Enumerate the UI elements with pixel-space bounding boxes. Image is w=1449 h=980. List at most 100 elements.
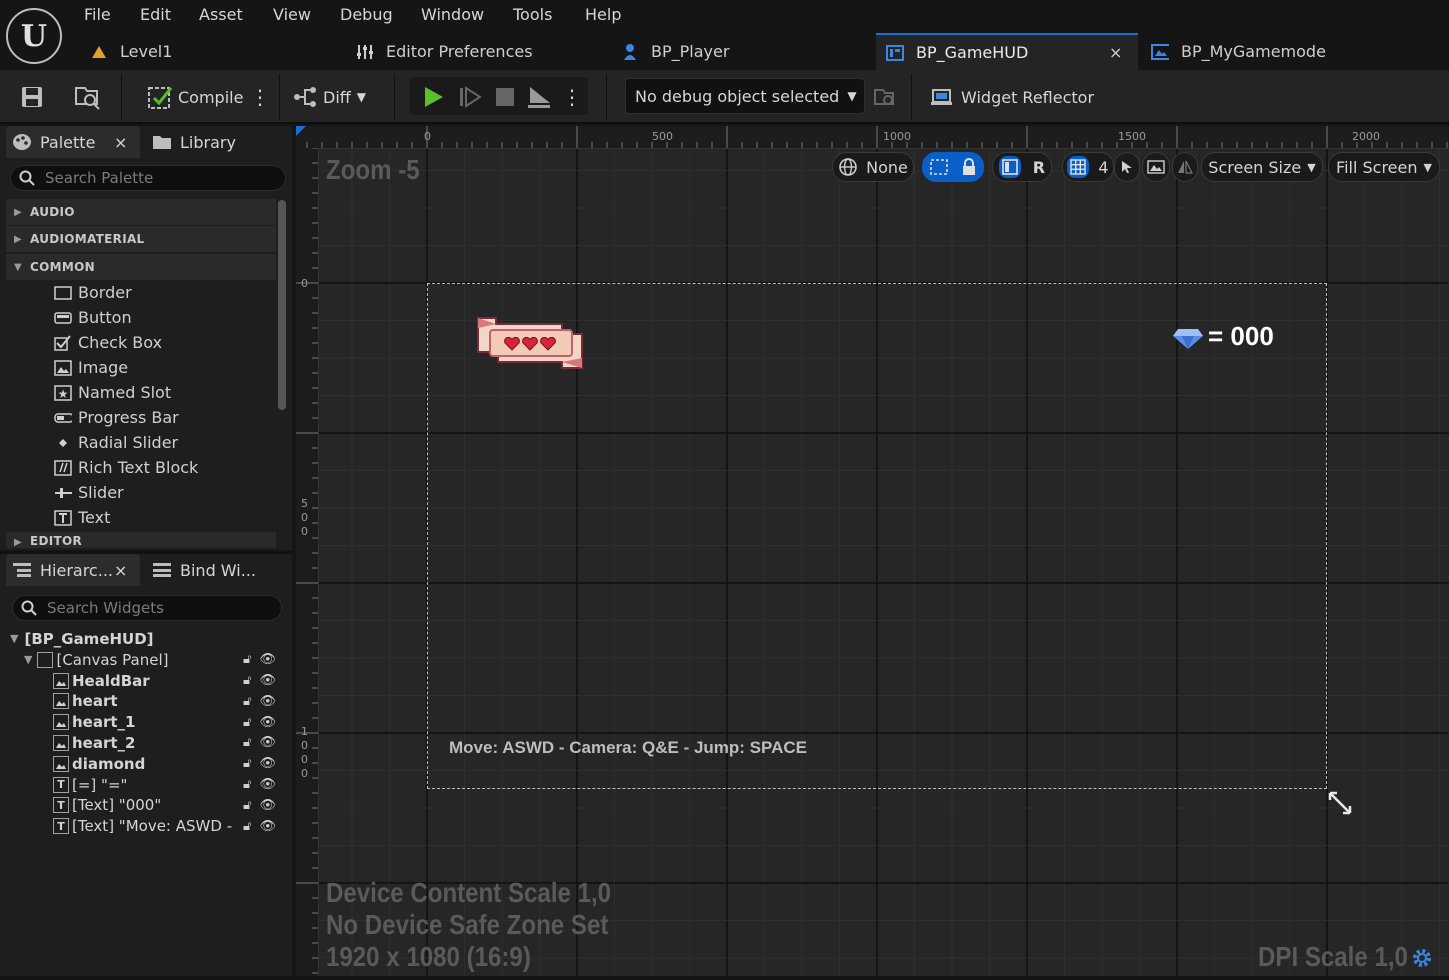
compile-options-icon[interactable]: ⋮ [250,78,270,116]
tab-bp-gamehud[interactable]: BP_GameHUD × [876,33,1138,70]
step-forward-icon[interactable] [455,78,485,116]
eye-icon[interactable]: 👁︎ [259,756,276,771]
find-debug-object-icon[interactable] [872,78,898,116]
stop-icon[interactable] [490,78,520,116]
close-icon[interactable]: × [114,133,127,152]
palette-scrollbar[interactable] [278,200,286,410]
category-editor[interactable]: ▶ EDITOR [6,532,276,548]
widget-reflector-button[interactable]: Widget Reflector [930,78,1094,116]
localization-preview-button[interactable]: None [832,152,914,182]
menu-help[interactable]: Help [585,5,621,25]
save-icon[interactable] [18,78,46,116]
background-image-toggle[interactable] [1142,152,1170,182]
eye-icon[interactable]: 👁︎ [259,777,276,792]
unreal-logo-icon[interactable]: U [6,8,62,64]
grid-snap-toggle[interactable]: 4 [1062,152,1114,182]
menu-asset[interactable]: Asset [199,5,243,25]
diff-button[interactable]: Diff ▼ [293,78,366,116]
tab-editor-preferences[interactable]: Editor Preferences [356,33,606,70]
unlock-icon[interactable]: 🔓︎ [243,819,251,834]
widget-blueprint-icon [886,44,904,62]
menu-edit[interactable]: Edit [140,5,171,25]
tab-palette[interactable]: Palette × [6,126,140,158]
tab-bind-widgets[interactable]: Bind Wi... [152,554,256,586]
unlock-icon[interactable]: 🔓︎ [243,777,251,792]
ruler-label: 0 [424,130,431,143]
hierarchy-item[interactable]: HealdBar 🔓︎ 👁︎ [53,670,286,691]
hierarchy-item[interactable]: T [Text] "Move: ASWD - 🔓︎ 👁︎ [53,816,286,837]
search-widgets-input[interactable]: Search Widgets [12,595,282,621]
palette-item-text[interactable]: Text [54,505,110,530]
menu-tools[interactable]: Tools [513,5,552,25]
palette-item-named-slot[interactable]: ★ Named Slot [54,380,171,405]
heart-icon[interactable] [522,336,538,355]
eye-icon[interactable]: 👁︎ [259,819,276,834]
palette-item-slider[interactable]: Slider [54,480,124,505]
respect-locks-toggle[interactable]: R [992,152,1052,182]
category-common[interactable]: ▼ COMMON [6,254,276,280]
palette-item-radial-slider[interactable]: Radial Slider [54,430,178,455]
search-palette-input[interactable]: Search Palette [10,165,286,191]
flip-toggle[interactable] [1172,152,1198,182]
unlock-icon[interactable]: 🔓︎ [243,798,251,813]
eye-icon[interactable]: 👁︎ [259,652,276,667]
menu-debug[interactable]: Debug [340,5,393,25]
menu-window[interactable]: Window [421,5,484,25]
unlock-icon[interactable]: 🔓︎ [243,652,251,667]
eye-icon[interactable]: 👁︎ [259,735,276,750]
outline-lock-toggle[interactable] [922,152,984,182]
eye-icon[interactable]: 👁︎ [259,798,276,813]
hierarchy-root[interactable]: ▼ [BP_GameHUD] [10,628,154,649]
palette-item-rich-text-block[interactable]: Rich Text Block [54,455,198,480]
tab-close-icon[interactable]: × [1109,43,1122,62]
compile-button[interactable]: Compile [146,78,243,116]
tab-level1[interactable]: Level1 [90,33,340,70]
palette-item-button[interactable]: Button [54,305,132,330]
menu-view[interactable]: View [273,5,311,25]
palette-item-image[interactable]: Image [54,355,128,380]
tab-bp-player[interactable]: BP_Player [621,33,871,70]
tab-hierarchy[interactable]: Hierarc... × [6,554,140,586]
palette-item-progress-bar[interactable]: Progress Bar [54,405,179,430]
diff-icon [293,86,319,108]
fill-screen-dropdown[interactable]: Fill Screen ▼ [1328,152,1440,182]
category-audio[interactable]: ▶ AUDIO [6,199,276,225]
unlock-icon[interactable]: 🔓︎ [243,673,251,688]
hierarchy-item[interactable]: T [Text] "000" 🔓︎ 👁︎ [53,795,286,816]
heart-icon[interactable] [540,336,556,355]
folder-icon [152,134,172,150]
unlock-icon[interactable]: 🔓︎ [243,756,251,771]
eye-icon[interactable]: 👁︎ [259,673,276,688]
tab-bp-mygamemode[interactable]: BP_MyGamemode [1151,33,1449,70]
palette-item-border[interactable]: Border [54,280,132,305]
diamond-count-text[interactable]: = 000 [1208,321,1274,352]
hierarchy-item[interactable]: T [=] "=" 🔓︎ 👁︎ [53,774,286,795]
gear-icon[interactable] [1410,946,1434,974]
screen-size-dropdown[interactable]: Screen Size ▼ [1201,152,1323,182]
hierarchy-item[interactable]: heart_1 🔓︎ 👁︎ [53,712,286,733]
close-icon[interactable]: × [114,561,127,580]
unlock-icon[interactable]: 🔓︎ [243,694,251,709]
debug-object-select[interactable]: No debug object selected ▼ [625,78,865,114]
resize-handle-icon[interactable] [1327,790,1353,816]
hierarchy-canvas-panel[interactable]: ▼ [Canvas Panel] 🔓︎ 👁︎ [24,649,286,670]
category-audiomaterial[interactable]: ▶ AUDIOMATERIAL [6,226,276,252]
play-icon[interactable] [418,78,448,116]
menu-file[interactable]: File [84,5,111,25]
controls-hint-text[interactable]: Move: ASWD - Camera: Q&E - Jump: SPACE [449,738,807,758]
hierarchy-item[interactable]: heart 🔓︎ 👁︎ [53,691,286,712]
eye-icon[interactable]: 👁︎ [259,694,276,709]
eye-icon[interactable]: 👁︎ [259,715,276,730]
unlock-icon[interactable]: 🔓︎ [243,735,251,750]
tab-library[interactable]: Library [152,126,236,158]
diamond-icon[interactable] [1172,326,1204,354]
browse-asset-icon[interactable] [72,78,102,116]
play-options-icon[interactable]: ⋮ [562,78,582,116]
hierarchy-item[interactable]: diamond 🔓︎ 👁︎ [53,753,286,774]
unlock-icon[interactable]: 🔓︎ [243,715,251,730]
heart-icon[interactable] [504,336,520,355]
pointer-toggle[interactable] [1114,152,1140,182]
palette-item-check-box[interactable]: Check Box [54,330,162,355]
eject-possess-icon[interactable] [524,78,554,116]
hierarchy-item[interactable]: heart_2 🔓︎ 👁︎ [53,732,286,753]
